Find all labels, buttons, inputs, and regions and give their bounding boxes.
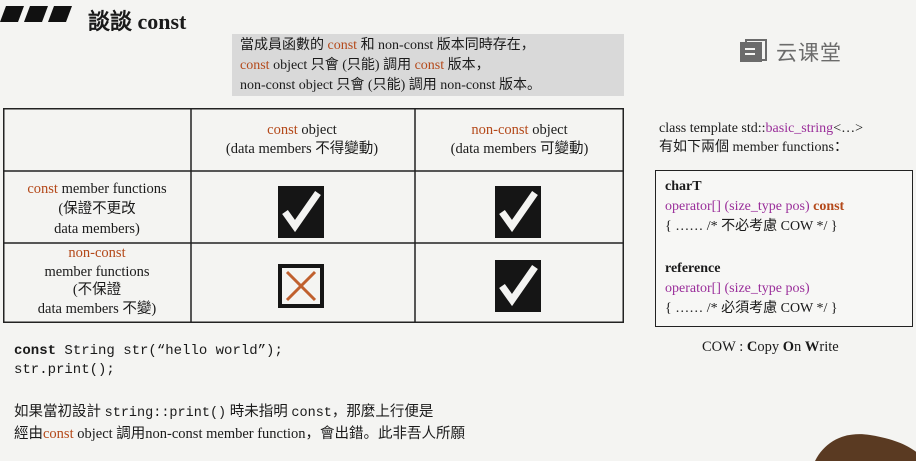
checkmark-icon: [278, 186, 324, 238]
presenter-decoration: [815, 434, 916, 461]
slide-title: 談談 const: [88, 9, 187, 34]
note-line-3: non-const object 只會 (只能) 調用 non-const 版本…: [240, 78, 541, 93]
note-line-1: 當成員函數的 const 和 non-const 版本同時存在，: [240, 38, 535, 53]
note-box: 當成員函數的 const 和 non-const 版本同時存在， const o…: [232, 34, 624, 96]
function-2-return-type: reference: [665, 261, 721, 276]
checkmark-icon: [495, 186, 541, 238]
row-header-nonconst-member-functions: non-const member functions (不保證 data mem…: [37, 245, 157, 317]
row-header-const-member-functions: const member functions (保證不更改 data membe…: [27, 181, 167, 237]
function-1-return-type: charT: [665, 179, 702, 194]
checkmark-icon: [495, 260, 541, 312]
function-1-signature: operator[] (size_type pos) const: [665, 199, 845, 214]
basic-string-intro: class template std::basic_string<…> 有如下兩…: [659, 121, 863, 155]
title-stripes-decoration: [0, 6, 72, 22]
code-snippet: const String str(“hello world”); str.prin…: [14, 343, 283, 378]
function-2-body: { …… /* 必須考慮 COW */ }: [665, 301, 838, 316]
note-line-2: const object 只會 (只能) 調用 const 版本，: [240, 58, 490, 73]
cross-box-icon: [278, 264, 324, 308]
function-1-body: { …… /* 不必考慮 COW */ }: [665, 219, 838, 234]
column-header-const-object: const object (data members 不得變動): [225, 122, 379, 157]
watermark-logo: 云课堂: [738, 36, 842, 68]
explanation-text: 如果當初設計 string::print() 時未指明 const，那麼上行便是…: [14, 404, 466, 442]
member-functions-box: charT operator[] (size_type pos) const {…: [655, 170, 913, 327]
logo-text: 云课堂: [776, 41, 842, 65]
column-header-nonconst-object: non-const object (data members 可變動): [450, 122, 589, 157]
cow-definition: COW : Copy On Write: [702, 339, 839, 355]
cloud-classroom-icon: [740, 39, 767, 62]
function-2-signature: operator[] (size_type pos): [665, 281, 810, 296]
